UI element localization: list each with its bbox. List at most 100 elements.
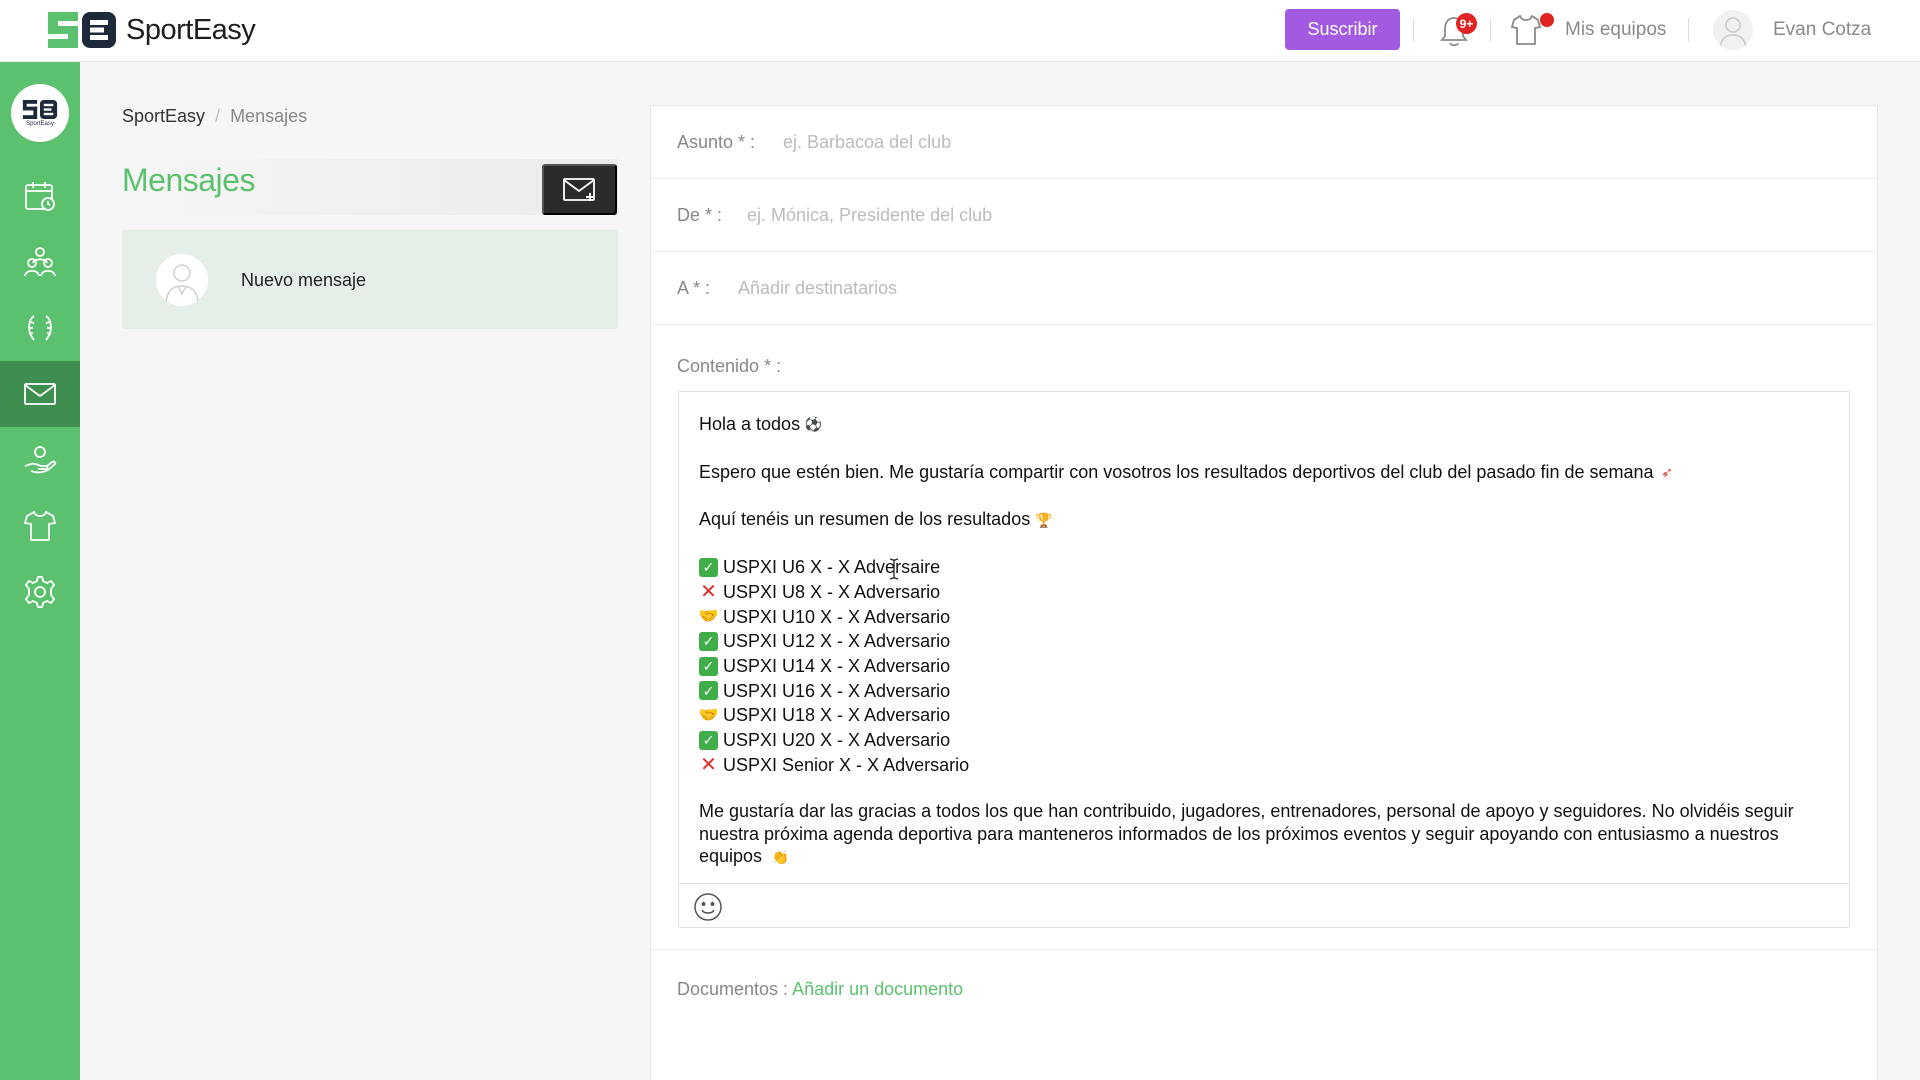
- shirt-icon: [23, 510, 57, 541]
- result-row: ✓ USPXI U14 X - X Adversario: [699, 654, 1809, 679]
- user-name[interactable]: Evan Cotza: [1773, 19, 1871, 41]
- result-row: ✓ USPXI U6 X - X Adversaire: [699, 555, 1809, 580]
- result-text: USPXI U12 X - X Adversario: [723, 631, 951, 652]
- sidebar-item-members[interactable]: [0, 229, 80, 295]
- message-greeting: Hola a todos: [699, 414, 801, 435]
- result-text: USPXI U8 X - X Adversario: [723, 581, 941, 602]
- envelope-icon: [24, 383, 56, 405]
- editor-toolbar: [679, 883, 1849, 927]
- recipients-input[interactable]: [738, 272, 1638, 304]
- emoji-picker-icon[interactable]: [693, 892, 723, 922]
- hand-heart-icon: [24, 446, 57, 474]
- to-label: A * :: [677, 278, 711, 298]
- message-body[interactable]: Hola a todos ⚽ Espero que estén bien. Me…: [699, 412, 1809, 868]
- logo-text: SportEasy: [126, 13, 256, 46]
- result-row: ✓ USPXI U20 X - X Adversario: [699, 728, 1809, 753]
- club-logo[interactable]: SportEasy: [11, 84, 69, 142]
- new-message-label: Nuevo mensaje: [241, 270, 367, 290]
- subject-row: Asunto * :: [651, 106, 1877, 179]
- user-silhouette-icon: [1719, 17, 1747, 49]
- check-icon: ✓: [699, 730, 718, 750]
- calendar-icon: [25, 182, 55, 211]
- check-icon: ✓: [699, 631, 718, 651]
- to-row: A * :: [651, 252, 1877, 325]
- sporteasy-logo-icon: [48, 12, 116, 48]
- sidebar-item-calendar[interactable]: [0, 163, 80, 229]
- result-text: USPXI U16 X - X Adversario: [723, 680, 951, 701]
- message-closing: Me gustaría dar las gracias a todos los …: [699, 801, 1794, 867]
- from-label: De * :: [677, 205, 723, 225]
- laurel-icon: [28, 315, 52, 341]
- breadcrumb: SportEasy / Mensajes: [122, 106, 307, 127]
- teams-alert-dot: [1540, 13, 1554, 27]
- cross-icon: ✕: [700, 753, 717, 776]
- from-input[interactable]: [747, 199, 1647, 231]
- sidebar-item-competitions[interactable]: [0, 295, 80, 361]
- add-document-link[interactable]: Añadir un documento: [792, 979, 963, 999]
- trophy-icon: 🏆: [1034, 511, 1053, 528]
- documents-label: Documentos :: [677, 979, 789, 999]
- check-icon: ✓: [699, 656, 718, 676]
- envelope-plus-icon: [562, 177, 595, 201]
- user-avatar[interactable]: [1713, 10, 1753, 50]
- sidebar: SportEasy: [0, 62, 80, 1080]
- subject-input[interactable]: [783, 126, 1683, 158]
- top-bar: SportEasy Suscribir 9+ Mis equipos Evan …: [0, 0, 1920, 62]
- result-row: 🤝 USPXI U18 X - X Adversario: [699, 703, 1809, 728]
- check-icon: ✓: [699, 681, 718, 701]
- cross-icon: ✕: [700, 581, 717, 604]
- sidebar-item-messages[interactable]: [0, 361, 80, 427]
- user-silhouette-icon: [165, 264, 199, 303]
- divider: [1490, 18, 1491, 42]
- result-row: ✕ USPXI Senior X - X Adversario: [699, 753, 1809, 778]
- content-label: Contenido * :: [677, 356, 782, 376]
- result-row: 🤝 USPXI U10 X - X Adversario: [699, 604, 1809, 629]
- shirt-icon[interactable]: [1510, 13, 1542, 47]
- message-form: Asunto * : De * : A * : Contenido * : Ho…: [650, 105, 1878, 1080]
- sidebar-item-settings[interactable]: [0, 559, 80, 625]
- message-intro: Espero que estén bien. Me gustaría compa…: [699, 461, 1654, 482]
- people-icon: [24, 247, 56, 277]
- result-text: USPXI U10 X - X Adversario: [723, 606, 951, 627]
- sidebar-item-teams[interactable]: [0, 493, 80, 559]
- subscribe-button[interactable]: Suscribir: [1285, 9, 1400, 50]
- divider: [1413, 18, 1414, 42]
- result-text: USPXI Senior X - X Adversario: [723, 754, 970, 775]
- app-logo[interactable]: SportEasy: [48, 12, 256, 48]
- message-summary: Aquí tenéis un resumen de los resultados: [699, 509, 1031, 530]
- gear-icon: [24, 576, 56, 608]
- subject-label: Asunto * :: [677, 132, 756, 152]
- handshake-icon: 🤝: [698, 706, 719, 724]
- message-editor[interactable]: Hola a todos ⚽ Espero que estén bien. Me…: [678, 391, 1850, 928]
- result-text: USPXI U18 X - X Adversario: [723, 705, 951, 726]
- page-title: Mensajes: [122, 162, 255, 198]
- breadcrumb-root[interactable]: SportEasy: [122, 106, 205, 127]
- results-list: ✓ USPXI U6 X - X Adversaire ✕ USPXI U8 X -…: [699, 555, 1809, 777]
- clapping-icon: 👏: [771, 849, 790, 866]
- message-closing-line: Me gustaría dar las gracias a todos los …: [699, 800, 1809, 868]
- handshake-icon: 🤝: [698, 607, 719, 625]
- message-summary-line: Aquí tenéis un resumen de los resultados…: [699, 507, 1809, 532]
- divider: [1688, 18, 1689, 42]
- message-intro-line: Espero que estén bien. Me gustaría compa…: [699, 460, 1809, 485]
- result-row: ✓ USPXI U12 X - X Adversario: [699, 629, 1809, 654]
- text-cursor-icon: [889, 558, 899, 580]
- rocket-icon: ➶: [1661, 464, 1673, 481]
- check-icon: ✓: [699, 557, 718, 577]
- compose-message-button[interactable]: [542, 164, 617, 215]
- result-text: USPXI U6 X - X Adversaire: [723, 557, 941, 578]
- avatar: [156, 254, 208, 306]
- club-logo-text: SportEasy: [26, 121, 54, 127]
- result-row: ✕ USPXI U8 X - X Adversario: [699, 580, 1809, 605]
- from-row: De * :: [651, 179, 1877, 252]
- my-teams-link[interactable]: Mis equipos: [1565, 19, 1666, 41]
- new-message-item[interactable]: Nuevo mensaje: [122, 230, 618, 329]
- notification-badge: 9+: [1456, 13, 1477, 34]
- sporteasy-badge-icon: [22, 100, 58, 119]
- result-text: USPXI U14 X - X Adversario: [723, 655, 951, 676]
- documents-row: Documentos : Añadir un documento: [677, 979, 963, 1000]
- message-greeting-line: Hola a todos ⚽: [699, 412, 1809, 437]
- sidebar-item-sponsors[interactable]: [0, 427, 80, 493]
- breadcrumb-current: Mensajes: [230, 106, 308, 126]
- soccer-ball-icon: ⚽: [804, 416, 823, 433]
